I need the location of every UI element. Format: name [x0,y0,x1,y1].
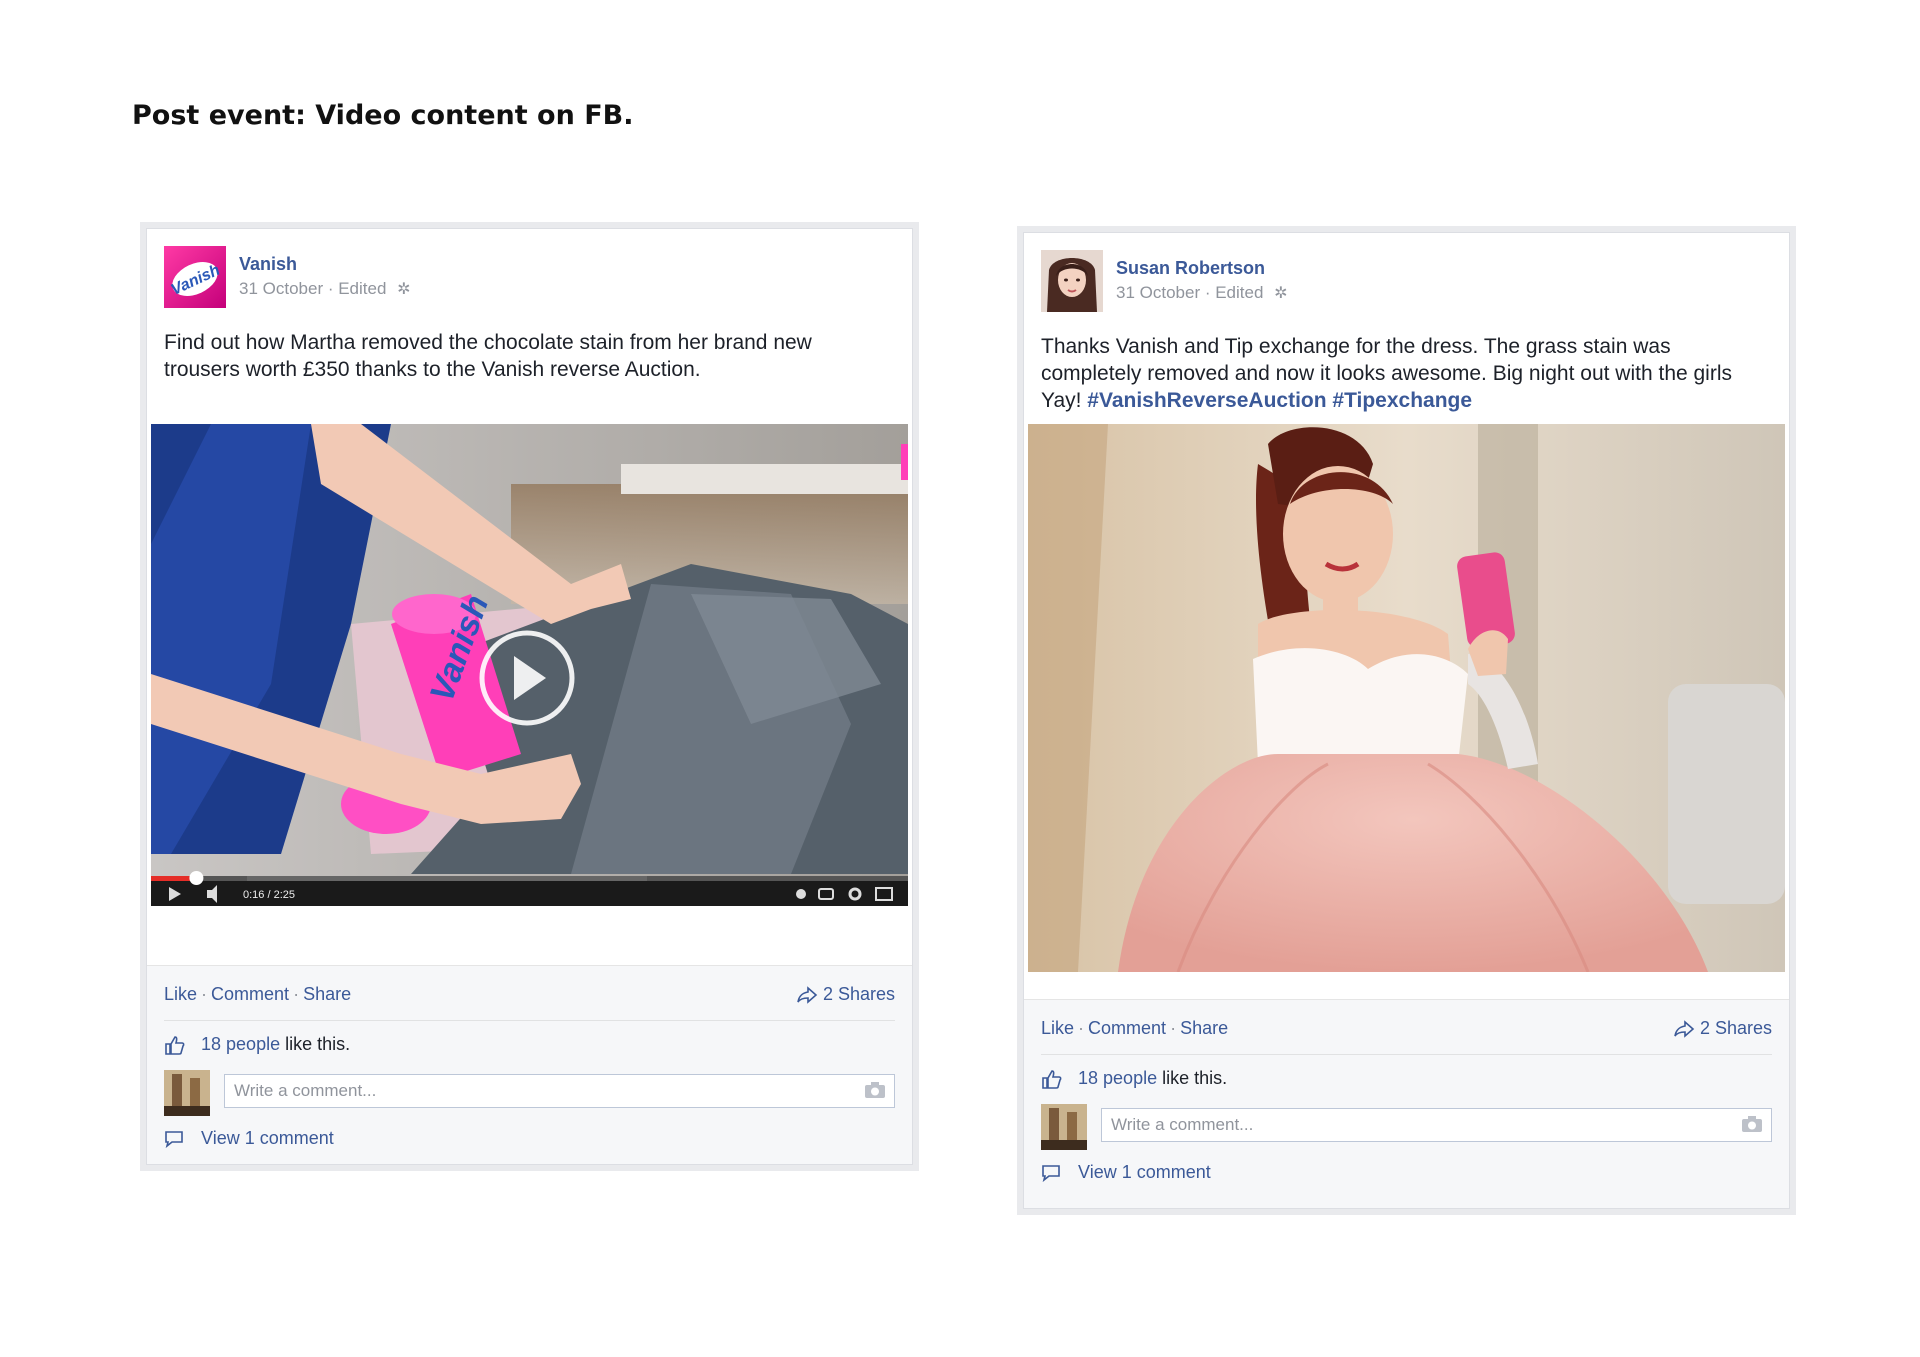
post-header: Susan Robertson 31 October · Edited ✲ [1041,250,1772,312]
share-link[interactable]: Share [1180,1018,1228,1038]
post-card-susan: Susan Robertson 31 October · Edited ✲ Th… [1017,226,1796,1215]
likes-suffix: like this. [280,1034,351,1054]
share-arrow-icon [797,986,818,1005]
shares-count[interactable]: 2 Shares [1673,1018,1772,1039]
divider [164,1020,895,1021]
like-link[interactable]: Like [164,984,197,1004]
video-time: 0:16 / 2:25 [243,889,295,901]
comment-input[interactable]: Write a comment... [224,1074,895,1108]
post-meta: 31 October · Edited ✲ [239,279,411,299]
shares-label: 2 Shares [822,984,895,1004]
divider [1041,1054,1772,1055]
post-text: Thanks Vanish and Tip exchange for the d… [1041,333,1749,414]
profile-avatar[interactable] [1041,250,1103,312]
view-comments-link[interactable]: View 1 comment [164,1128,334,1149]
page-avatar[interactable]: Vanish [164,246,226,308]
post-timestamp[interactable]: 31 October · Edited [239,279,386,298]
thumbs-up-icon [1042,1070,1062,1090]
share-link[interactable]: Share [303,984,351,1004]
post-author[interactable]: Vanish [239,254,297,275]
page-heading: Post event: Video content on FB. [132,100,634,131]
post-header: Vanish Vanish 31 October · Edited ✲ [164,246,895,308]
photo-image [1028,424,1785,972]
post-photo[interactable] [1028,424,1785,972]
post-text: Find out how Martha removed the chocolat… [164,331,812,381]
shares-count[interactable]: 2 Shares [796,984,895,1005]
share-arrow-icon [1674,1020,1695,1039]
post-card-vanish: Vanish Vanish 31 October · Edited ✲ Find… [140,222,919,1171]
shares-label: 2 Shares [1699,1018,1772,1038]
post-hashtags[interactable]: #VanishReverseAuction #Tipexchange [1087,389,1472,412]
camera-icon[interactable] [1741,1115,1763,1133]
settings-gear-icon[interactable]: ✲ [1274,285,1287,302]
post-footer: Like · Comment · Share 2 Shares 18 people li… [147,965,912,1164]
post-actions: Like · Comment · Share [164,984,351,1005]
comment-link[interactable]: Comment [1088,1018,1166,1038]
comment-input[interactable]: Write a comment... [1101,1108,1772,1142]
separator: · [201,984,208,1004]
commenter-avatar [164,1070,210,1116]
video-player[interactable]: Vanish 0:16 / 2:25 [151,424,908,906]
comment-bubble-icon [165,1131,183,1149]
like-link[interactable]: Like [1041,1018,1074,1038]
post-timestamp[interactable]: 31 October · Edited [1116,283,1263,302]
separator: · [1078,1018,1085,1038]
separator: · [293,984,300,1004]
comment-composer: Write a comment... [1041,1104,1772,1150]
post-meta: 31 October · Edited ✲ [1116,283,1288,303]
view-comments-label: View 1 comment [1078,1162,1211,1182]
likes-summary: 18 people like this. [1041,1068,1228,1090]
likes-count[interactable]: 18 people [201,1034,280,1054]
likes-count[interactable]: 18 people [1078,1068,1157,1088]
comment-bubble-icon [1042,1165,1060,1183]
view-comments-link[interactable]: View 1 comment [1041,1162,1211,1183]
post-footer: Like · Comment · Share 2 Shares 18 people li… [1024,999,1789,1208]
comment-placeholder: Write a comment... [234,1081,377,1100]
comment-link[interactable]: Comment [211,984,289,1004]
separator: · [1170,1018,1177,1038]
camera-icon[interactable] [864,1081,886,1099]
commenter-avatar [1041,1104,1087,1150]
likes-summary: 18 people like this. [164,1034,351,1056]
comment-placeholder: Write a comment... [1111,1115,1254,1134]
video-frame: Vanish 0:16 / 2:25 [151,424,908,906]
view-comments-label: View 1 comment [201,1128,334,1148]
comment-composer: Write a comment... [164,1070,895,1116]
info-icon [796,889,806,899]
post-author[interactable]: Susan Robertson [1116,258,1265,279]
settings-gear-icon[interactable]: ✲ [397,281,410,298]
thumbs-up-icon [165,1036,185,1056]
post-actions: Like · Comment · Share [1041,1018,1228,1039]
likes-suffix: like this. [1157,1068,1228,1088]
